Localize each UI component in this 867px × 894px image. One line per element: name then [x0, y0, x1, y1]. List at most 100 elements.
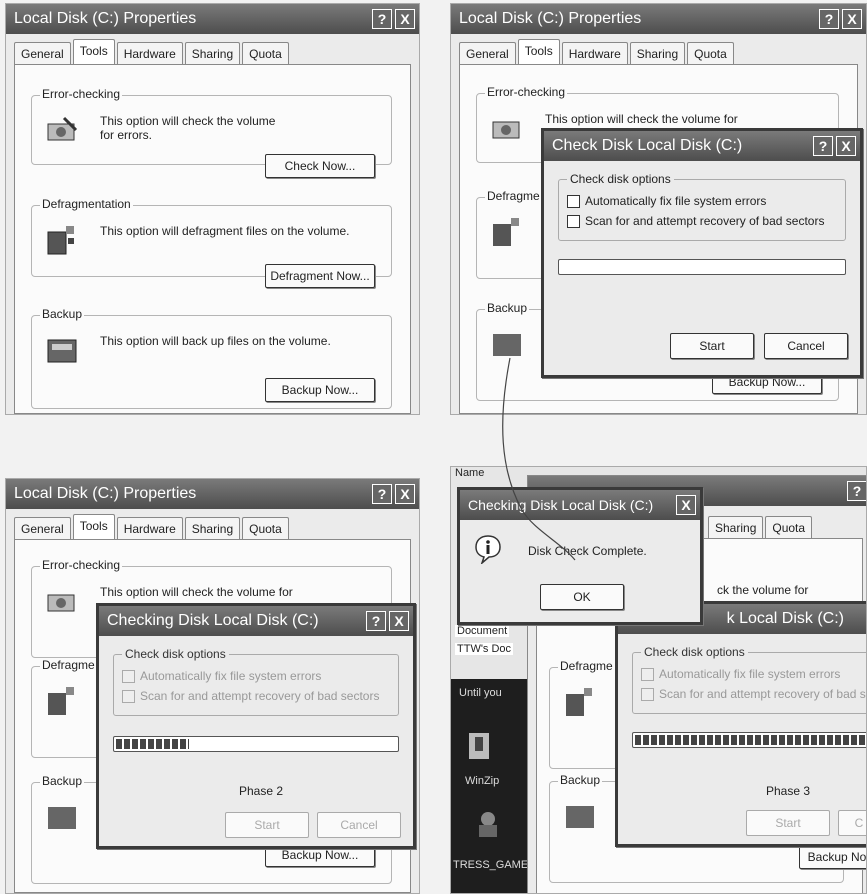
error-checking-title: Error-checking: [40, 558, 123, 572]
tab-quota[interactable]: Quota: [687, 42, 734, 65]
panel-properties-tools: Local Disk (C:) Properties ? X General T…: [5, 3, 420, 415]
help-button[interactable]: ?: [813, 136, 833, 156]
tab-hardware[interactable]: Hardware: [116, 42, 183, 65]
cancel-button[interactable]: Cancel: [317, 812, 401, 838]
tab-hardware[interactable]: Hardware: [116, 517, 183, 540]
properties-titlebar: Local Disk (C:) Properties ? X: [451, 4, 866, 34]
folder-document[interactable]: Document: [455, 625, 510, 637]
check-disk-body: Check disk options Automatically fix fil…: [544, 161, 860, 375]
close-button[interactable]: X: [836, 136, 856, 156]
tab-sharing[interactable]: Sharing: [708, 516, 764, 539]
checking-disk-dialog: k Local Disk (C:) Check disk options Aut…: [615, 601, 866, 847]
complete-body: Disk Check Complete. OK: [460, 520, 700, 622]
close-button[interactable]: X: [395, 9, 415, 29]
tab-strip: Sharing Quota: [708, 516, 814, 539]
close-button[interactable]: X: [842, 9, 862, 29]
close-button[interactable]: X: [395, 484, 415, 504]
error-checking-desc: This option will check the volume for er…: [100, 114, 276, 142]
tab-sharing[interactable]: Sharing: [629, 42, 686, 65]
checking-disk-body: Check disk options Automatically fix fil…: [99, 636, 413, 846]
tab-strip: General Tools Hardware Sharing Quota: [14, 514, 291, 540]
options-legend: Check disk options: [641, 645, 748, 659]
progress-bar: [113, 736, 399, 752]
progress-fill: [635, 735, 866, 745]
tab-sharing[interactable]: Sharing: [184, 517, 241, 540]
tools-tab-body: Error-checking This option will check th…: [14, 64, 411, 414]
start-button[interactable]: Start: [670, 333, 754, 359]
check-now-button[interactable]: Check Now...: [265, 154, 375, 178]
help-button[interactable]: ?: [372, 9, 392, 29]
disk-check-icon: [47, 594, 75, 612]
tab-hardware[interactable]: Hardware: [561, 42, 628, 65]
close-button[interactable]: X: [676, 495, 696, 515]
error-checking-group: Error-checking This option will check th…: [31, 87, 392, 178]
checkbox-box: [641, 667, 654, 681]
help-button[interactable]: ?: [819, 9, 839, 29]
game-label[interactable]: TRESS_GAME: [453, 859, 528, 871]
fix-errors-label: Automatically fix file system errors: [659, 667, 841, 681]
fix-errors-label: Automatically fix file system errors: [140, 669, 322, 683]
backup-now-button[interactable]: Backup Nov: [799, 845, 866, 869]
panel-checking-phase2: Local Disk (C:) Properties ? X General T…: [5, 478, 420, 894]
help-button[interactable]: ?: [366, 611, 386, 631]
tab-sharing[interactable]: Sharing: [184, 42, 241, 65]
ok-button[interactable]: OK: [540, 584, 624, 610]
scan-sectors-checkbox[interactable]: Scan for and attempt recovery of bad sec…: [567, 214, 824, 228]
scan-sectors-checkbox[interactable]: Scan for and attempt recovery of bad sec…: [641, 687, 866, 701]
fix-errors-checkbox[interactable]: Automatically fix file system errors: [567, 194, 766, 208]
checkbox-box: [122, 689, 135, 703]
window-title: Local Disk (C:) Properties: [459, 10, 642, 27]
cancel-button[interactable]: C: [838, 810, 866, 836]
info-icon: [475, 535, 501, 564]
backup-icon: [566, 806, 594, 828]
tab-quota[interactable]: Quota: [242, 42, 289, 65]
defrag-icon: [566, 688, 592, 716]
error-checking-title: Error-checking: [485, 85, 568, 99]
error-checking-desc: This option will check the volume for: [100, 585, 293, 599]
defragment-now-button[interactable]: Defragment Now...: [265, 264, 375, 288]
checking-disk-dialog: Checking Disk Local Disk (C:) ? X Check …: [96, 603, 416, 849]
tab-general[interactable]: General: [14, 42, 71, 65]
tab-quota[interactable]: Quota: [242, 517, 289, 540]
window-title: Local Disk (C:) Properties: [14, 485, 197, 502]
fix-errors-checkbox[interactable]: Automatically fix file system errors: [122, 669, 321, 683]
defrag-icon: [48, 687, 74, 715]
tab-strip: General Tools Hardware Sharing Quota: [14, 39, 291, 65]
help-button[interactable]: ?: [847, 481, 866, 501]
properties-titlebar: Local Disk (C:) Properties ? X: [6, 479, 419, 509]
check-disk-dialog: Check Disk Local Disk (C:) ? X Check dis…: [541, 128, 863, 378]
defrag-title: Defragme: [40, 658, 97, 672]
tab-tools[interactable]: Tools: [72, 39, 115, 65]
start-button[interactable]: Start: [225, 812, 309, 838]
complete-titlebar: Checking Disk Local Disk (C:) X: [460, 490, 700, 520]
tab-quota[interactable]: Quota: [765, 516, 813, 539]
backup-now-button[interactable]: Backup Now...: [265, 378, 375, 402]
tab-tools[interactable]: Tools: [517, 39, 560, 65]
check-disk-options: Check disk options Automatically fix fil…: [632, 645, 866, 714]
tab-general[interactable]: General: [459, 42, 516, 65]
error-checking-title: Error-checking: [40, 87, 123, 101]
backup-title: Backup: [485, 301, 530, 315]
check-disk-options: Check disk options Automatically fix fil…: [113, 647, 399, 716]
checkbox-box: [122, 669, 135, 683]
cancel-button[interactable]: Cancel: [764, 333, 848, 359]
scan-sectors-label: Scan for and attempt recovery of bad sec…: [585, 214, 825, 228]
start-button[interactable]: Start: [746, 810, 830, 836]
panel-check-disk-dialog: Local Disk (C:) Properties ? X General T…: [450, 3, 867, 415]
help-button[interactable]: ?: [372, 484, 392, 504]
fix-errors-checkbox[interactable]: Automatically fix file system errors: [641, 667, 840, 681]
game-icon: [479, 812, 497, 837]
tab-tools[interactable]: Tools: [72, 514, 115, 540]
options-legend: Check disk options: [122, 647, 229, 661]
defrag-desc: This option will defragment files on the…: [100, 224, 350, 238]
close-button[interactable]: X: [389, 611, 409, 631]
tab-general[interactable]: General: [14, 517, 71, 540]
scan-sectors-checkbox[interactable]: Scan for and attempt recovery of bad sec…: [122, 689, 379, 703]
scan-sectors-label: Scan for and attempt recovery of bad sec…: [140, 689, 380, 703]
checkbox-box: [567, 214, 580, 228]
backup-icon: [47, 339, 77, 363]
winzip-label[interactable]: WinZip: [465, 775, 499, 787]
folder-ttw-docs[interactable]: TTW's Doc: [455, 643, 514, 655]
phase-label: Phase 2: [239, 784, 284, 798]
complete-message: Disk Check Complete.: [528, 544, 647, 558]
